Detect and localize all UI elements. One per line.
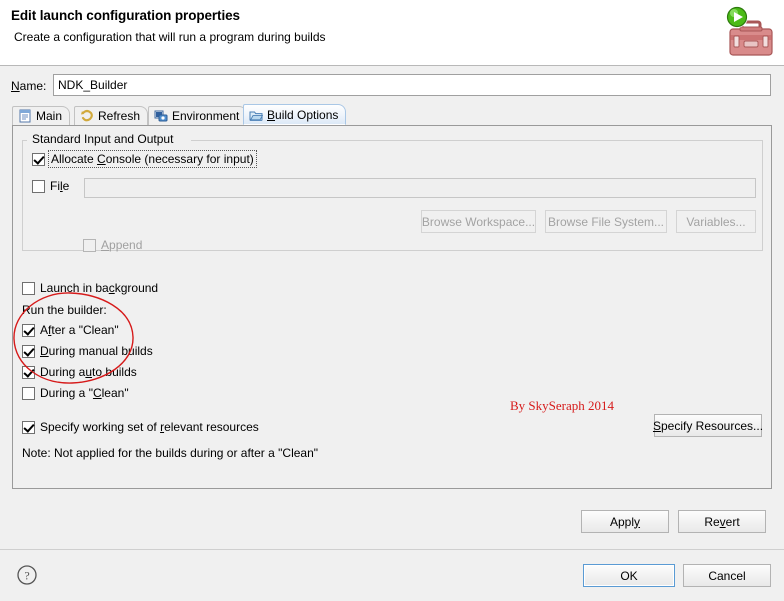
ok-button[interactable]: OK [583,564,675,587]
during-a-clean-label: During a "Clean" [40,386,129,400]
apply-label: Apply [609,514,641,529]
standard-input-output-group: Standard Input and Output Allocate Conso… [22,132,763,252]
main-document-icon [18,109,32,123]
specify-resources-button[interactable]: Specify Resources... [652,414,764,437]
build-options-folder-icon [249,108,264,122]
browse-file-system-label: Browse File System... [547,214,665,229]
footer-separator [0,549,784,550]
allocate-console-label: Allocate Console (necessary for input) [48,150,257,168]
tab-build-options[interactable]: Build Options [243,104,347,125]
during-manual-builds-checkbox-row[interactable]: During manual builds [22,344,153,358]
group-border-right [191,140,762,141]
variables-label: Variables... [686,214,746,229]
append-checkbox-row[interactable]: Append [83,238,142,252]
append-checkbox[interactable] [83,238,96,252]
browse-file-system-button[interactable]: Browse File System... [545,210,667,233]
build-options-panel: Standard Input and Output Allocate Conso… [12,126,772,489]
file-path-input[interactable] [84,178,756,198]
launch-in-background-label: Launch in background [40,281,159,295]
page-subtitle: Create a configuration that will run a p… [14,30,326,44]
specify-working-set-label: Specify working set of relevant resource… [40,420,259,434]
tab-folder: Main Refresh Environment Build Options S… [12,104,772,489]
help-question-icon[interactable]: ? [16,564,38,586]
run-the-builder-label: Run the builder: [22,303,107,317]
name-row: Name: [0,74,784,100]
launch-in-background-checkbox[interactable] [22,281,35,295]
specify-working-set-checkbox-row[interactable]: Specify working set of relevant resource… [22,420,259,434]
variables-button[interactable]: Variables... [676,210,756,233]
name-input[interactable] [53,74,771,96]
during-a-clean-checkbox-row[interactable]: During a "Clean" [22,386,129,400]
tab-main-label: Main [36,109,63,123]
launch-in-background-checkbox-row[interactable]: Launch in background [22,281,158,295]
revert-button[interactable]: Revert [678,510,766,533]
during-manual-builds-checkbox[interactable] [22,344,35,358]
file-checkbox[interactable] [32,179,45,193]
browse-workspace-label: Browse Workspace... [421,214,536,229]
cancel-label: Cancel [708,568,746,583]
after-a-clean-checkbox[interactable] [22,323,35,337]
page-title: Edit launch configuration properties [11,8,240,23]
tab-refresh-label: Refresh [98,109,141,123]
specify-resources-label: Specify Resources... [652,418,764,433]
after-a-clean-checkbox-row[interactable]: After a "Clean" [22,323,119,337]
allocate-console-checkbox[interactable] [32,152,45,166]
during-auto-builds-checkbox-row[interactable]: During auto builds [22,365,137,379]
during-auto-builds-label: During auto builds [40,365,137,379]
tab-environment-label: Environment [172,109,240,123]
file-label: File [50,179,70,193]
name-label: Name: [11,79,47,93]
after-a-clean-label: After a "Clean" [40,323,119,337]
annotation-watermark: By SkySeraph 2014 [510,398,614,413]
clean-note-text: Note: Not applied for the builds during … [22,446,319,460]
file-checkbox-row[interactable]: File [32,179,69,193]
browse-workspace-button[interactable]: Browse Workspace... [421,210,536,233]
group-label: Standard Input and Output [29,132,177,146]
environment-icon [154,109,168,123]
during-a-clean-checkbox[interactable] [22,386,35,400]
specify-working-set-checkbox[interactable] [22,420,35,434]
revert-label: Revert [704,514,740,529]
tab-environment[interactable]: Environment [148,106,248,125]
tab-main[interactable]: Main [12,106,71,125]
ok-label: OK [620,568,638,583]
launch-toolbox-icon [714,3,776,61]
during-auto-builds-checkbox[interactable] [22,365,35,379]
dialog-header: Edit launch configuration properties Cre… [0,0,784,66]
refresh-icon [80,109,94,123]
append-label: Append [101,238,143,252]
tab-strip: Main Refresh Environment Build Options [12,104,772,126]
tab-build-options-label: Build Options [267,107,339,122]
during-manual-builds-label: During manual builds [40,344,153,358]
apply-button[interactable]: Apply [581,510,669,533]
cancel-button[interactable]: Cancel [683,564,771,587]
tab-refresh[interactable]: Refresh [74,106,149,125]
allocate-console-checkbox-row[interactable]: Allocate Console (necessary for input) [32,150,257,168]
svg-text:?: ? [24,569,29,583]
